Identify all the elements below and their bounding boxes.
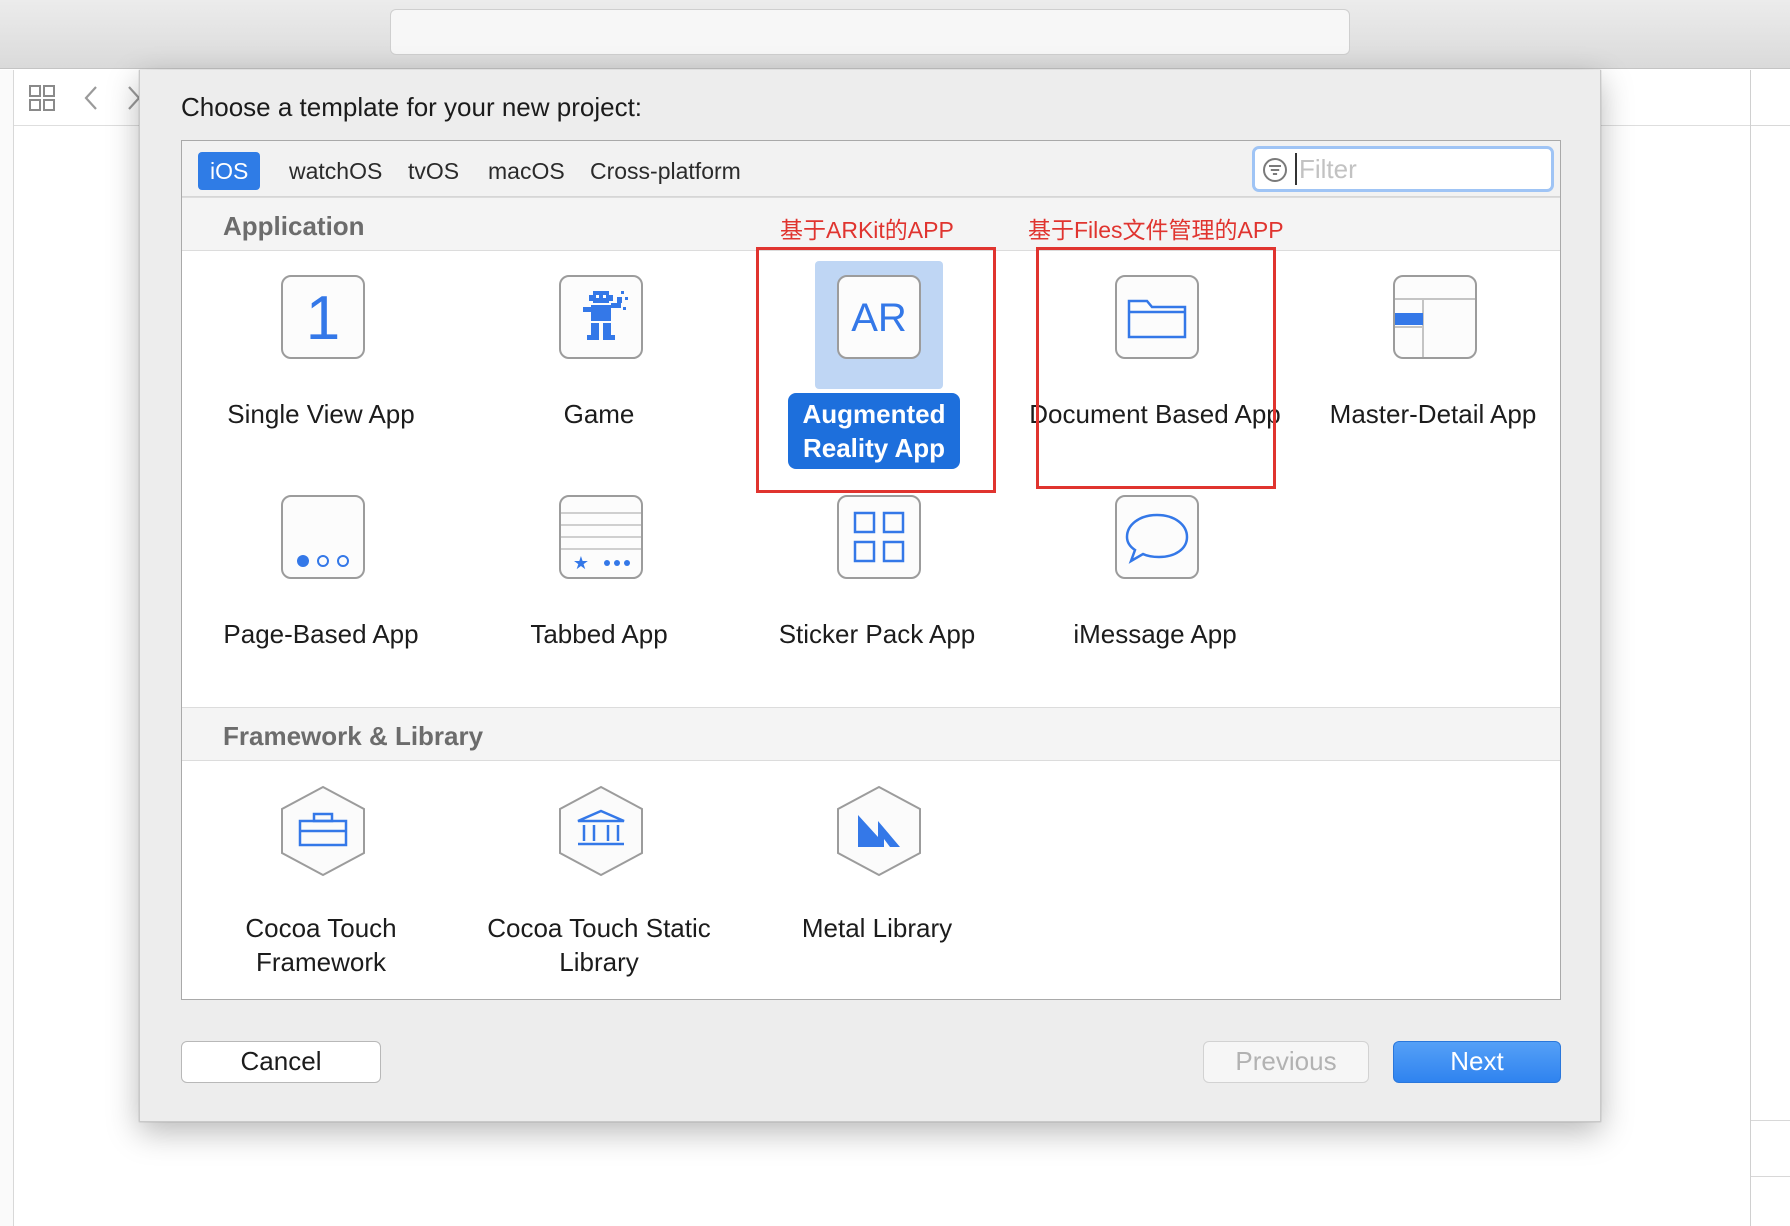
building-icon [559, 785, 643, 877]
template-single-view-app[interactable]: 1 Single View App [182, 251, 460, 461]
window-titlebar [0, 0, 1790, 69]
template-master-detail-app[interactable]: Master-Detail App [1294, 251, 1572, 461]
svg-text:1: 1 [306, 284, 340, 353]
filter-field[interactable] [1252, 146, 1554, 192]
template-label: Cocoa Touch Framework [245, 913, 397, 977]
metal-icon [837, 785, 921, 877]
annotation-files: 基于Files文件管理的APP [1028, 217, 1284, 243]
inspector-separator [1751, 1176, 1790, 1177]
template-label: Tabbed App [530, 619, 668, 649]
inspector-separator [1751, 125, 1790, 126]
toolbox-icon [281, 785, 365, 877]
tab-macos[interactable]: macOS [476, 152, 577, 190]
sheet-title: Choose a template for your new project: [181, 92, 643, 122]
speech-bubble-icon [1115, 495, 1199, 579]
template-label: Sticker Pack App [778, 619, 976, 649]
template-label: iMessage App [1073, 619, 1237, 649]
single-view-icon: 1 [281, 275, 365, 359]
previous-button[interactable]: Previous [1203, 1041, 1369, 1083]
tab-watchos[interactable]: watchOS [277, 152, 394, 190]
annotation-arkit: 基于ARKit的APP [780, 217, 954, 243]
sticker-grid-icon [837, 495, 921, 579]
filter-icon [1263, 158, 1287, 182]
template-imessage-app[interactable]: iMessage App [1016, 471, 1294, 681]
template-label: Metal Library [801, 913, 953, 943]
master-detail-icon [1393, 275, 1477, 359]
editor-gutter [0, 70, 14, 1226]
next-button[interactable]: Next [1393, 1041, 1561, 1083]
cancel-button[interactable]: Cancel [181, 1041, 381, 1083]
template-cocoa-touch-static-library[interactable]: Cocoa Touch Static Library [460, 761, 738, 977]
annotation-box-ar [756, 247, 996, 493]
chevron-left-icon[interactable] [82, 84, 100, 117]
game-icon [559, 275, 643, 359]
template-label: Master-Detail App [1329, 399, 1537, 429]
template-metal-library[interactable]: Metal Library [738, 761, 1016, 971]
platform-tab-bar: iOS watchOS tvOS macOS Cross-platform [182, 141, 1560, 197]
page-dots-icon [281, 495, 365, 579]
tab-cross-platform[interactable]: Cross-platform [578, 152, 753, 190]
section-label: Application [223, 211, 365, 241]
template-label: Game [563, 399, 635, 429]
tab-bar-icon: ★ [559, 495, 643, 579]
template-label: Single View App [227, 399, 415, 429]
grid-icon[interactable] [28, 84, 56, 117]
filter-input[interactable] [1295, 153, 1545, 185]
tab-tvos[interactable]: tvOS [396, 152, 471, 190]
inspector-separator [1751, 1120, 1790, 1121]
new-project-sheet: Choose a template for your new project: … [139, 70, 1601, 1122]
template-label: Page-Based App [223, 619, 419, 649]
section-label: Framework & Library [223, 721, 484, 751]
inspector-divider [1750, 70, 1751, 1226]
toolbar-activity-field [390, 9, 1350, 55]
section-framework-library: Framework & Library [182, 707, 1560, 761]
svg-text:★: ★ [573, 553, 589, 574]
chevron-right-icon[interactable] [126, 84, 141, 117]
tab-ios[interactable]: iOS [198, 152, 261, 190]
template-label: Cocoa Touch Static Library [487, 913, 711, 977]
template-cocoa-touch-framework[interactable]: Cocoa Touch Framework [182, 761, 460, 977]
annotation-box-document [1036, 247, 1276, 489]
template-game[interactable]: Game [460, 251, 738, 461]
template-tabbed-app[interactable]: ★ Tabbed App [460, 471, 738, 681]
template-page-based-app[interactable]: Page-Based App [182, 471, 460, 681]
template-sticker-pack-app[interactable]: Sticker Pack App [738, 471, 1016, 681]
template-panel: iOS watchOS tvOS macOS Cross-platform Ap… [181, 140, 1561, 1000]
